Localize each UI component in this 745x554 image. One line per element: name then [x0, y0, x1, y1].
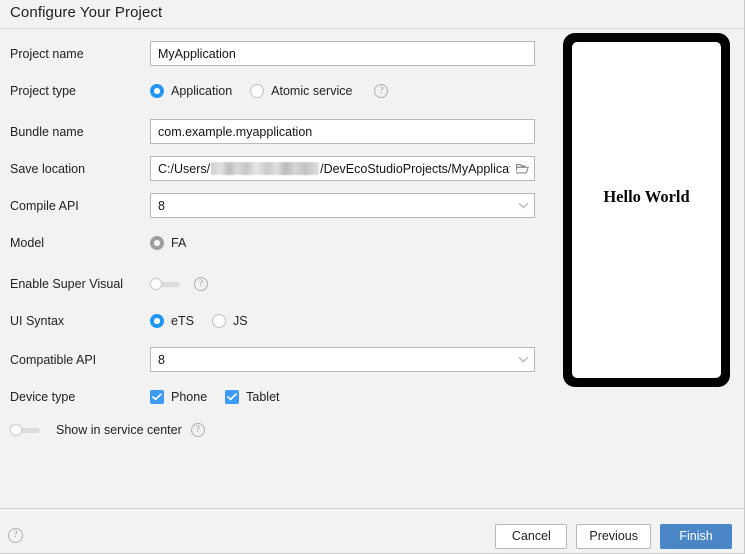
- save-location-suffix: /DevEcoStudioProjects/MyApplicat: [320, 161, 510, 176]
- radio-atomic-service-icon: [250, 84, 265, 98]
- compile-api-select[interactable]: 8: [150, 193, 535, 218]
- check-icon: [152, 393, 162, 401]
- project-type-options: Application Atomic service ?: [150, 78, 389, 104]
- label-save-location: Save location: [10, 162, 86, 176]
- compatible-api-chevron[interactable]: [512, 348, 534, 371]
- radio-ets-icon: [150, 314, 164, 328]
- help-icon: ?: [374, 84, 389, 98]
- page-title: Configure Your Project: [10, 4, 163, 21]
- save-location-value: C:/Users/ /DevEcoStudioProjects/MyApplica…: [151, 161, 510, 176]
- preview-screen: Hello World: [572, 42, 721, 378]
- browse-folder-button[interactable]: [510, 157, 534, 180]
- checkbox-phone-label: Phone: [171, 390, 208, 404]
- radio-option-ets[interactable]: eTS: [150, 314, 194, 328]
- check-icon: [227, 393, 238, 401]
- cancel-button[interactable]: Cancel: [495, 524, 568, 549]
- radio-fa-icon: [150, 236, 164, 250]
- radio-fa-label: FA: [171, 236, 187, 250]
- label-enable-super-visual: Enable Super Visual: [10, 277, 124, 291]
- model-options: FA: [150, 230, 186, 256]
- help-icon[interactable]: ?: [190, 423, 205, 437]
- checkbox-phone-icon: [150, 390, 164, 404]
- compile-api-value: 8: [158, 198, 165, 213]
- radio-application-icon: [150, 84, 164, 98]
- label-project-type: Project type: [10, 84, 77, 98]
- checkbox-option-tablet[interactable]: Tablet: [225, 390, 280, 404]
- show-in-service-center-toggle[interactable]: [10, 424, 40, 436]
- chevron-down-icon: [518, 202, 528, 209]
- checkbox-tablet-icon: [225, 390, 240, 404]
- radio-ets-label: eTS: [171, 314, 194, 328]
- radio-option-application[interactable]: Application: [150, 84, 232, 98]
- radio-js-icon: [211, 314, 226, 328]
- project-name-value: MyApplication: [158, 46, 236, 61]
- device-type-options: Phone Tablet: [150, 384, 280, 410]
- label-compile-api: Compile API: [10, 199, 79, 213]
- label-compatible-api: Compatible API: [10, 353, 97, 367]
- toggle-knob: [150, 278, 162, 290]
- bundle-name-value: com.example.myapplication: [158, 124, 313, 139]
- row-device-type: Device type Phone Tablet: [0, 384, 745, 410]
- label-bundle-name: Bundle name: [10, 125, 84, 139]
- row-show-in-service-center: Show in service center ?: [10, 423, 205, 437]
- enable-super-visual-toggle[interactable]: [150, 278, 180, 290]
- radio-option-fa[interactable]: FA: [150, 236, 186, 250]
- chevron-down-icon: [518, 356, 528, 363]
- radio-application-label: Application: [171, 84, 233, 98]
- project-type-help[interactable]: ?: [374, 84, 389, 98]
- radio-option-atomic-service[interactable]: Atomic service: [250, 84, 352, 98]
- device-preview: Hello World: [563, 33, 730, 387]
- enable-super-visual-help[interactable]: ?: [194, 277, 208, 291]
- label-model: Model: [10, 236, 45, 250]
- label-project-name: Project name: [10, 47, 84, 61]
- redacted-username: [211, 161, 320, 175]
- radio-atomic-service-label: Atomic service: [271, 84, 353, 98]
- radio-option-js[interactable]: JS: [211, 314, 248, 328]
- label-show-in-service-center: Show in service center: [56, 423, 182, 437]
- footer-buttons: Cancel Previous Finish: [495, 524, 732, 549]
- project-name-input[interactable]: MyApplication: [150, 41, 535, 66]
- ui-syntax-options: eTS JS: [150, 308, 248, 334]
- checkbox-option-phone[interactable]: Phone: [150, 390, 207, 404]
- previous-button[interactable]: Previous: [576, 524, 651, 549]
- compatible-api-value: 8: [158, 352, 165, 367]
- enable-super-visual-controls: ?: [150, 271, 208, 297]
- bundle-name-input[interactable]: com.example.myapplication: [150, 119, 535, 144]
- label-ui-syntax: UI Syntax: [10, 314, 65, 328]
- label-device-type: Device type: [10, 390, 76, 404]
- radio-js-label: JS: [232, 314, 248, 328]
- configure-project-dialog: Configure Your Project Project name MyAp…: [0, 0, 745, 554]
- save-location-prefix: C:/Users/: [158, 161, 211, 176]
- compatible-api-select[interactable]: 8: [150, 347, 535, 372]
- help-icon[interactable]: ?: [8, 528, 23, 543]
- folder-icon: [515, 164, 529, 174]
- save-location-input[interactable]: C:/Users/ /DevEcoStudioProjects/MyApplica…: [150, 156, 535, 181]
- help-icon: ?: [194, 277, 208, 291]
- checkbox-tablet-label: Tablet: [246, 390, 280, 404]
- dialog-footer: ? Cancel Previous Finish: [0, 509, 744, 553]
- toggle-knob: [10, 424, 22, 436]
- preview-hello-world-text: Hello World: [603, 186, 690, 206]
- finish-button[interactable]: Finish: [660, 524, 732, 549]
- compile-api-chevron[interactable]: [512, 194, 534, 217]
